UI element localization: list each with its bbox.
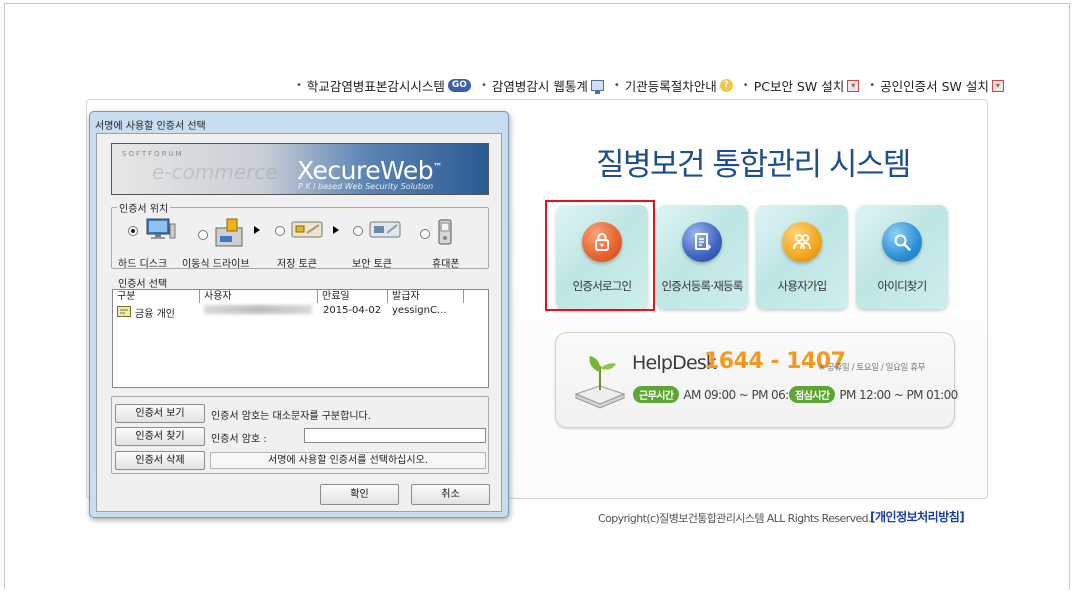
nav-web-statistics[interactable]: • 감염병감시 웹통계 <box>481 76 604 95</box>
certificate-icon <box>117 305 131 320</box>
hard-disk-icon <box>144 218 176 244</box>
xecureweb-banner: SOFTFORUM e-commerce XecureWeb™ P K I ba… <box>111 143 489 195</box>
lunch-hours-text: PM 12:00 ~ PM 01:00 <box>839 387 958 402</box>
banner-background-text: e-commerce <box>152 160 278 184</box>
arrow-icon <box>333 226 339 234</box>
location-label-removable-drive: 이동식 드라이브 <box>182 259 250 270</box>
tile-label: 인증서등록·재등록 <box>661 279 743 293</box>
lunch-hours-row: 점심시간 PM 12:00 ~ PM 01:00 <box>789 386 958 403</box>
tile-label: 인증서로그인 <box>572 279 632 293</box>
users-icon <box>782 222 822 262</box>
removable-drive-icon <box>214 218 246 252</box>
download-icon: ▾ <box>847 79 860 92</box>
work-hours-row: 근무시간 AM 09:00 ~ PM 06:00 <box>633 386 803 403</box>
certificate-user <box>204 305 312 317</box>
certificate-group-label: 인증서 선택 <box>116 275 170 290</box>
certificate-row[interactable]: 금융 개인 <box>117 305 175 320</box>
logo-text: XecureWeb <box>297 156 434 185</box>
work-hours-text: AM 09:00 ~ PM 06:00 <box>683 387 803 402</box>
mobile-phone-icon <box>436 218 454 250</box>
dialog-title: 서명에 사용할 인증서 선택 <box>95 121 206 132</box>
column-header-issuer[interactable]: 발급자 <box>388 290 464 303</box>
nav-certificate-sw-install[interactable]: • 공인인증서 SW 설치 ▾ <box>869 76 1004 95</box>
location-label-hard-disk: 하드 디스크 <box>118 259 168 270</box>
nav-label: 감염병감시 웹통계 <box>491 79 588 94</box>
bullet-icon: • <box>613 80 620 91</box>
sign-up-button[interactable]: 사용자가입 <box>756 205 848 309</box>
location-storage-token[interactable] <box>275 218 325 244</box>
password-case-note: 인증서 암호는 대소문자를 구분합니다. <box>211 411 371 422</box>
column-header-user[interactable]: 사용자 <box>200 290 318 303</box>
bullet-icon: • <box>742 80 749 91</box>
help-icon: ? <box>719 79 733 92</box>
logo-tm: ™ <box>433 162 442 173</box>
arrow-icon <box>254 226 260 234</box>
top-nav: • 학교감염병표본감시시스템 GO • 감염병감시 웹통계 • 기관등록절차안내… <box>296 76 1004 95</box>
nav-school-surveillance[interactable]: • 학교감염병표본감시시스템 GO <box>296 76 471 95</box>
password-input[interactable] <box>304 428 486 443</box>
location-removable-drive[interactable] <box>198 218 246 252</box>
location-label-security-token: 보안 토큰 <box>352 259 392 270</box>
column-header-expiry[interactable]: 만료일 <box>318 290 388 303</box>
softforum-logo: SOFTFORUM <box>122 150 184 158</box>
work-hours-badge: 근무시간 <box>633 386 680 403</box>
radio-storage-token[interactable] <box>275 226 285 236</box>
delete-certificate-button[interactable]: 인증서 삭제 <box>115 451 205 470</box>
certificate-list[interactable] <box>112 289 489 388</box>
view-certificate-button[interactable]: 인증서 보기 <box>115 404 205 423</box>
nav-pc-security-install[interactable]: • PC보안 SW 설치 ▾ <box>742 76 860 95</box>
location-label-storage-token: 저장 토큰 <box>277 259 317 270</box>
location-label-mobile-phone: 휴대폰 <box>432 259 460 270</box>
password-label: 인증서 암호 : <box>211 434 267 445</box>
copyright-text: Copyright(c)질병보건통합관리시스템 ALL Rights Reser… <box>598 512 872 525</box>
column-header-type[interactable]: 구분 <box>113 290 200 303</box>
sprout-book-icon <box>570 346 628 412</box>
go-icon: GO <box>447 79 471 92</box>
find-id-button[interactable]: 아이디찾기 <box>856 205 948 309</box>
location-mobile-phone[interactable] <box>420 218 454 250</box>
monitor-icon <box>590 80 604 94</box>
radio-security-token[interactable] <box>353 226 363 236</box>
privacy-policy-link[interactable]: [개인정보처리방침] <box>870 508 965 525</box>
location-group-label: 인증서 위치 <box>117 200 171 215</box>
nav-label: 학교감염병표본감시시스템 <box>306 79 445 94</box>
bullet-icon: • <box>480 80 487 91</box>
bullet-icon: • <box>296 80 302 91</box>
radio-hard-disk[interactable] <box>128 226 138 236</box>
banner-subtitle: P K I based Web Security Solution <box>298 182 434 191</box>
download-icon: ▾ <box>991 79 1004 92</box>
page-title: 질병보건 통합관리 시스템 <box>596 147 911 183</box>
nav-label: 기관등록절차안내 <box>624 79 717 94</box>
magnifier-icon <box>882 222 922 262</box>
radio-removable-drive[interactable] <box>198 230 208 240</box>
storage-token-icon <box>291 218 325 244</box>
lunch-hours-badge: 점심시간 <box>789 386 836 403</box>
certificate-issuer: yessignC... <box>392 305 447 316</box>
status-message: 서명에 사용할 인증서를 선택하십시오. <box>210 452 486 469</box>
certificate-expiry: 2015-04-02 <box>323 305 382 316</box>
security-token-icon <box>369 218 403 244</box>
certificate-login-button[interactable]: 인증서로그인 <box>556 205 648 309</box>
nav-label: PC보안 SW 설치 <box>753 79 845 94</box>
bullet-icon: • <box>869 80 876 91</box>
cancel-button[interactable]: 취소 <box>411 484 490 505</box>
radio-mobile-phone[interactable] <box>420 229 430 239</box>
certificate-register-button[interactable]: 인증서등록·재등록 <box>656 205 748 309</box>
tile-label: 사용자가입 <box>777 279 828 293</box>
certificate-type: 금융 개인 <box>135 309 175 320</box>
find-certificate-button[interactable]: 인증서 찾기 <box>115 427 205 446</box>
location-security-token[interactable] <box>353 218 403 244</box>
location-hard-disk[interactable] <box>128 218 176 244</box>
ok-button[interactable]: 확인 <box>320 484 399 505</box>
lock-icon <box>582 222 622 262</box>
nav-label: 공인인증서 SW 설치 <box>880 79 989 94</box>
blurred-user-name <box>204 305 312 314</box>
helpdesk-note: ※ 공휴일 / 토요일 / 일요일 휴무 <box>818 363 926 373</box>
nav-registration-guide[interactable]: • 기관등록절차안내 ? <box>614 76 733 95</box>
xecureweb-logo: XecureWeb™ <box>297 156 442 185</box>
document-icon <box>682 222 722 262</box>
tile-label: 아이디찾기 <box>877 279 928 293</box>
